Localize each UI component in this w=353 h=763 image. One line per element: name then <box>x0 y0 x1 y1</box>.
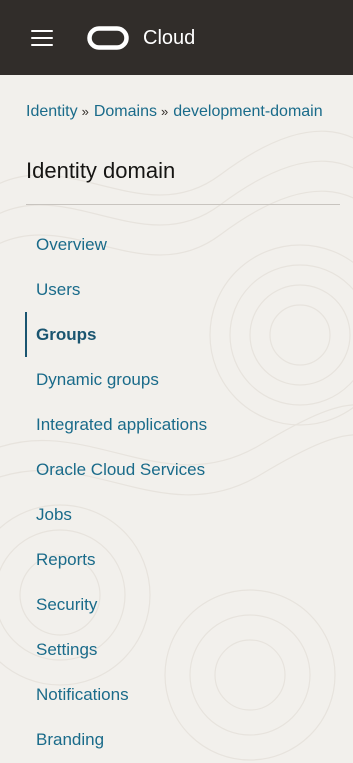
nav-item-reports[interactable]: Reports <box>26 537 340 582</box>
breadcrumb-separator: » <box>81 104 89 119</box>
title-divider <box>26 204 340 205</box>
nav-item-overview[interactable]: Overview <box>26 222 340 267</box>
nav-item-branding[interactable]: Branding <box>26 717 340 762</box>
page-title: Identity domain <box>26 158 176 183</box>
breadcrumb-identity[interactable]: Identity <box>26 103 78 120</box>
breadcrumb-separator: » <box>160 104 169 119</box>
oracle-logo-icon[interactable] <box>87 26 129 50</box>
nav-item-oracle-cloud-services[interactable]: Oracle Cloud Services <box>26 447 340 492</box>
breadcrumb-domains[interactable]: Domains <box>94 103 157 120</box>
nav-item-groups[interactable]: Groups <box>25 312 340 357</box>
brand-label[interactable]: Cloud <box>143 25 195 51</box>
nav-item-dynamic-groups[interactable]: Dynamic groups <box>26 357 340 402</box>
hamburger-menu-icon[interactable] <box>31 29 53 47</box>
breadcrumb-development-domain[interactable]: development-domain <box>173 103 322 120</box>
nav-item-integrated-applications[interactable]: Integrated applications <box>26 402 340 447</box>
nav-item-notifications[interactable]: Notifications <box>26 672 340 717</box>
top-navigation-bar: Cloud <box>0 0 353 75</box>
breadcrumb: Identity» Domains» development-domain <box>26 101 353 123</box>
nav-item-jobs[interactable]: Jobs <box>26 492 340 537</box>
nav-item-settings[interactable]: Settings <box>26 627 340 672</box>
side-navigation: Overview Users Groups Dynamic groups Int… <box>25 222 340 762</box>
nav-item-users[interactable]: Users <box>26 267 340 312</box>
nav-item-security[interactable]: Security <box>26 582 340 627</box>
